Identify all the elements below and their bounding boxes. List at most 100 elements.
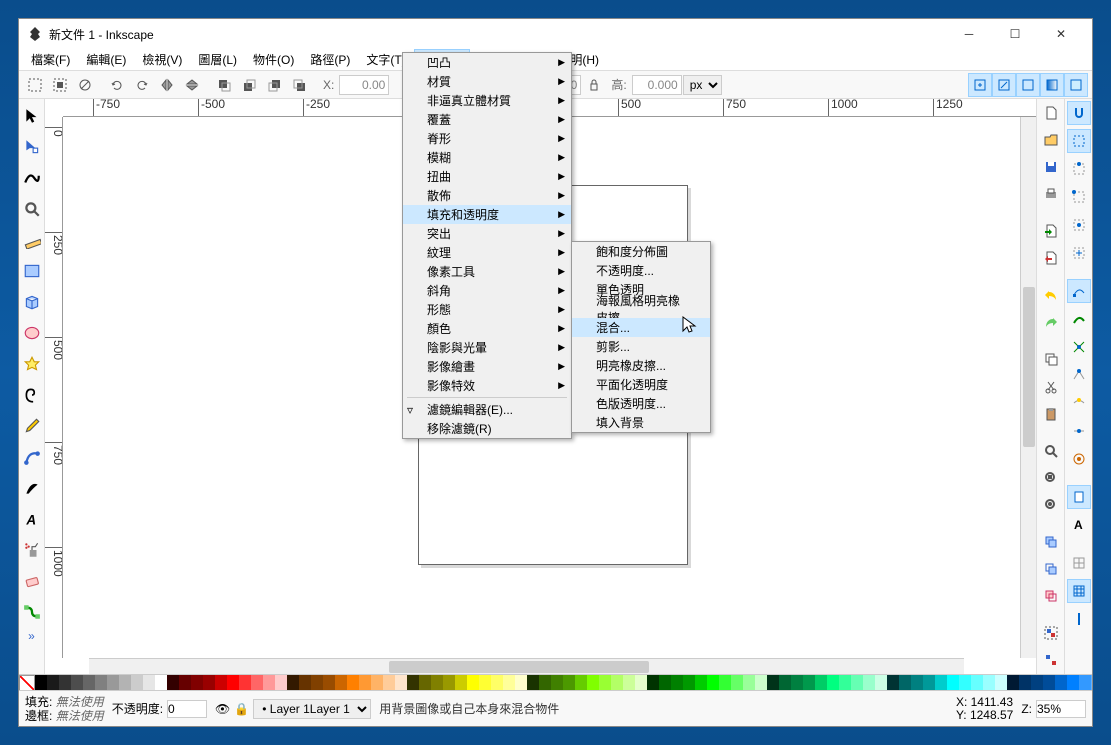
- eye-icon[interactable]: 👁: [215, 702, 230, 716]
- color-swatch[interactable]: [563, 675, 575, 690]
- menu-4[interactable]: 物件(O): [245, 49, 302, 70]
- menu-3[interactable]: 圖層(L): [190, 49, 245, 70]
- color-swatch[interactable]: [335, 675, 347, 690]
- unlink-button[interactable]: [1039, 585, 1063, 608]
- calligraphy-tool[interactable]: [20, 473, 44, 503]
- duplicate-button[interactable]: [1039, 530, 1063, 553]
- color-swatch[interactable]: [935, 675, 947, 690]
- submenu-item[interactable]: 混合...: [572, 318, 710, 337]
- color-swatch[interactable]: [611, 675, 623, 690]
- color-swatch[interactable]: [875, 675, 887, 690]
- color-swatch[interactable]: [623, 675, 635, 690]
- opacity-input[interactable]: [167, 700, 207, 718]
- rect-tool[interactable]: [20, 256, 44, 286]
- zoom-tool[interactable]: [20, 194, 44, 224]
- color-swatch[interactable]: [515, 675, 527, 690]
- node-tool[interactable]: [20, 132, 44, 162]
- color-swatch[interactable]: [419, 675, 431, 690]
- color-swatch[interactable]: [539, 675, 551, 690]
- color-swatch[interactable]: [1091, 675, 1092, 690]
- undo-button[interactable]: [1039, 284, 1063, 307]
- color-swatch[interactable]: [47, 675, 59, 690]
- color-swatch[interactable]: [131, 675, 143, 690]
- color-swatch[interactable]: [887, 675, 899, 690]
- layer-select[interactable]: • Layer 1Layer 1: [253, 699, 371, 719]
- color-swatch[interactable]: [947, 675, 959, 690]
- raise-button[interactable]: [237, 73, 261, 97]
- color-swatch[interactable]: [83, 675, 95, 690]
- paste-button[interactable]: [1039, 402, 1063, 425]
- color-swatch[interactable]: [1079, 675, 1091, 690]
- snap-path[interactable]: [1067, 307, 1091, 331]
- affect-corner-button[interactable]: [1016, 73, 1040, 97]
- color-swatch[interactable]: [467, 675, 479, 690]
- color-swatch[interactable]: [755, 675, 767, 690]
- color-swatch[interactable]: [599, 675, 611, 690]
- unit-select[interactable]: px: [683, 75, 722, 95]
- eraser-tool[interactable]: [20, 566, 44, 596]
- minimize-button[interactable]: ─: [946, 19, 992, 49]
- color-swatch[interactable]: [659, 675, 671, 690]
- filter-item[interactable]: 紋理▶: [403, 243, 571, 262]
- color-swatch[interactable]: [299, 675, 311, 690]
- color-swatch[interactable]: [767, 675, 779, 690]
- flip-h-button[interactable]: [155, 73, 179, 97]
- color-swatch[interactable]: [683, 675, 695, 690]
- color-swatch[interactable]: [635, 675, 647, 690]
- color-palette[interactable]: [19, 674, 1092, 690]
- color-swatch[interactable]: [95, 675, 107, 690]
- color-swatch[interactable]: [311, 675, 323, 690]
- raise-top-button[interactable]: [212, 73, 236, 97]
- color-swatch[interactable]: [995, 675, 1007, 690]
- filter-item[interactable]: 斜角▶: [403, 281, 571, 300]
- color-swatch[interactable]: [359, 675, 371, 690]
- menu-1[interactable]: 編輯(E): [78, 49, 134, 70]
- color-swatch[interactable]: [959, 675, 971, 690]
- filter-item[interactable]: 扭曲▶: [403, 167, 571, 186]
- close-button[interactable]: ✕: [1038, 19, 1084, 49]
- snap-others[interactable]: [1067, 447, 1091, 471]
- spray-tool[interactable]: [20, 535, 44, 565]
- color-swatch[interactable]: [395, 675, 407, 690]
- snap-intersect[interactable]: [1067, 335, 1091, 359]
- color-swatch[interactable]: [263, 675, 275, 690]
- submenu-item[interactable]: 平面化透明度: [572, 375, 710, 394]
- filter-item[interactable]: 脊形▶: [403, 129, 571, 148]
- filter-item[interactable]: 填充和透明度▶: [403, 205, 571, 224]
- filter-item[interactable]: 形態▶: [403, 300, 571, 319]
- snap-cusp[interactable]: [1067, 363, 1091, 387]
- snap-line-mid[interactable]: [1067, 419, 1091, 443]
- color-swatch[interactable]: [1055, 675, 1067, 690]
- import-button[interactable]: [1039, 219, 1063, 242]
- ungroup-button[interactable]: [1039, 649, 1063, 672]
- color-swatch[interactable]: [587, 675, 599, 690]
- lower-button[interactable]: [262, 73, 286, 97]
- color-swatch[interactable]: [215, 675, 227, 690]
- new-doc-button[interactable]: [1039, 101, 1063, 124]
- color-swatch[interactable]: [863, 675, 875, 690]
- color-swatch[interactable]: [179, 675, 191, 690]
- color-swatch[interactable]: [791, 675, 803, 690]
- color-swatch[interactable]: [35, 675, 47, 690]
- open-button[interactable]: [1039, 128, 1063, 151]
- color-swatch[interactable]: [743, 675, 755, 690]
- filter-item[interactable]: 顏色▶: [403, 319, 571, 338]
- color-swatch[interactable]: [251, 675, 263, 690]
- color-swatch[interactable]: [707, 675, 719, 690]
- color-swatch[interactable]: [287, 675, 299, 690]
- snap-nodes[interactable]: [1067, 279, 1091, 303]
- color-swatch[interactable]: [1031, 675, 1043, 690]
- color-swatch[interactable]: [899, 675, 911, 690]
- color-swatch[interactable]: [851, 675, 863, 690]
- affect-gradient-button[interactable]: [1040, 73, 1064, 97]
- filter-item[interactable]: 陰影與光暈▶: [403, 338, 571, 357]
- color-swatch[interactable]: [695, 675, 707, 690]
- spiral-tool[interactable]: [20, 380, 44, 410]
- menu-2[interactable]: 檢視(V): [134, 49, 190, 70]
- maximize-button[interactable]: ☐: [992, 19, 1038, 49]
- submenu-item[interactable]: 剪影...: [572, 337, 710, 356]
- filter-item[interactable]: ▿濾鏡編輯器(E)...: [403, 400, 571, 419]
- filter-item[interactable]: 移除濾鏡(R): [403, 419, 571, 438]
- color-swatch[interactable]: [491, 675, 503, 690]
- color-swatch[interactable]: [71, 675, 83, 690]
